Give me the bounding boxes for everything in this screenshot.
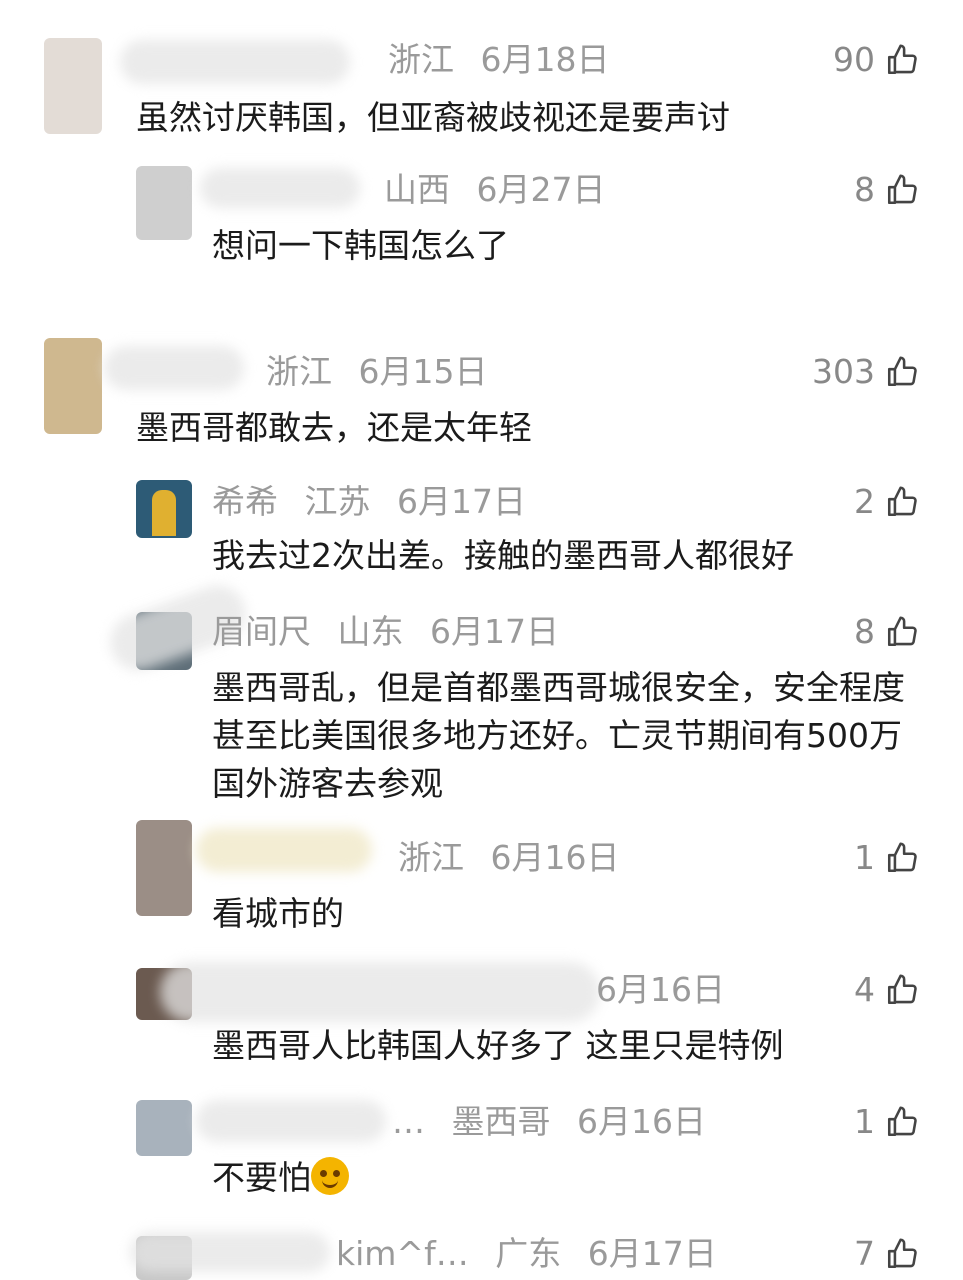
like-count: 90 xyxy=(833,40,875,79)
avatar[interactable] xyxy=(44,338,102,434)
comment-text: 我去过2次出差。接触的墨西哥人都很好 xyxy=(212,536,794,575)
comment-date: 6月17日 xyxy=(397,482,526,521)
avatar[interactable] xyxy=(136,480,192,538)
like-button[interactable]: 4 xyxy=(854,970,919,1010)
comment-location: 江苏 xyxy=(304,482,371,521)
thumbs-up-icon xyxy=(887,842,917,873)
like-button[interactable]: 303 xyxy=(812,352,919,392)
comment-date: 6月16日 xyxy=(490,838,620,877)
comment-date: 6月17日 xyxy=(587,1234,717,1273)
like-count: 1 xyxy=(854,1102,875,1141)
thumbs-up-icon xyxy=(887,974,917,1005)
like-count: 7 xyxy=(854,1234,875,1273)
comment-meta: 希希 江苏 6月17日 xyxy=(212,482,542,522)
comment-date: 6月16日 xyxy=(577,1102,706,1141)
comment-text: 看城市的 xyxy=(212,894,344,933)
comment-user[interactable]: … xyxy=(392,1102,425,1141)
thumbs-up-icon xyxy=(887,486,917,517)
comment-date: 6月18日 xyxy=(480,40,610,79)
comment-location: 浙江 xyxy=(388,40,454,79)
comment-meta: 浙江 6月16日 xyxy=(382,838,636,878)
comment-text: 墨西哥都敢去，还是太年轻 xyxy=(136,408,532,447)
thumbs-up-icon xyxy=(887,616,917,647)
like-button[interactable]: 7 xyxy=(854,1234,919,1274)
like-button[interactable]: 8 xyxy=(854,170,919,210)
comment-meta: 浙江 6月18日 xyxy=(372,40,626,80)
comment-text: 虽然讨厌韩国，但亚裔被歧视还是要声讨 xyxy=(136,98,730,137)
comment-text-content: 不要怕 xyxy=(212,1158,311,1197)
comment-text: 墨西哥人比韩国人好多了 这里只是特例 xyxy=(212,1026,784,1065)
comment-user[interactable]: kim^f… xyxy=(336,1234,469,1273)
like-count: 8 xyxy=(854,612,875,651)
comment-meta: kim^f… 广东 6月17日 xyxy=(336,1234,733,1274)
like-button[interactable]: 8 xyxy=(854,612,919,652)
comment-location: 浙江 xyxy=(398,838,464,877)
like-button[interactable]: 1 xyxy=(854,1102,919,1142)
comment-text: 墨西哥乱，但是首都墨西哥城很安全，安全程度甚至比美国很多地方还好。亡灵节期间有5… xyxy=(212,668,905,803)
laughing-crying-emoji-icon xyxy=(311,1157,349,1195)
thumbs-up-icon xyxy=(887,356,917,387)
comment-date: 6月15日 xyxy=(358,352,488,391)
comment-location: 浙江 xyxy=(266,352,332,391)
comment-location: 山西 xyxy=(384,170,450,209)
like-count: 1 xyxy=(854,838,875,877)
like-count: 4 xyxy=(854,970,875,1009)
comment-user[interactable]: 希希 xyxy=(212,482,278,521)
like-count: 2 xyxy=(854,482,875,521)
thumbs-up-icon xyxy=(887,174,917,205)
comment-meta: … 墨西哥 6月16日 xyxy=(392,1102,722,1142)
comment-date: 6月16日 xyxy=(596,970,725,1009)
like-count: 303 xyxy=(812,352,875,391)
comment-date: 6月17日 xyxy=(430,612,559,651)
comment-location: 广东 xyxy=(495,1234,562,1273)
comment-meta: 浙江 6月15日 xyxy=(250,352,504,392)
comment-date: 6月27日 xyxy=(476,170,606,209)
thumbs-up-icon xyxy=(887,44,917,75)
comment-meta: 浙江 6月16日 xyxy=(580,970,741,1010)
comment-user[interactable]: 眉间尺 xyxy=(212,612,311,651)
like-button[interactable]: 1 xyxy=(854,838,919,878)
comment-location: 山东 xyxy=(337,612,404,651)
like-button[interactable]: 2 xyxy=(854,482,919,522)
comment-meta: 眉间尺 山东 6月17日 xyxy=(212,612,575,652)
comment-text: 想问一下韩国怎么了 xyxy=(212,226,509,265)
like-count: 8 xyxy=(854,170,875,209)
like-button[interactable]: 90 xyxy=(833,40,919,80)
avatar[interactable] xyxy=(136,1100,192,1156)
comment-meta: 山西 6月27日 xyxy=(368,170,622,210)
avatar[interactable] xyxy=(136,820,192,916)
comment-location: 墨西哥 xyxy=(451,1102,551,1141)
thumbs-up-icon xyxy=(887,1106,917,1137)
comment-text: 不要怕 xyxy=(212,1154,912,1202)
avatar[interactable] xyxy=(44,38,102,134)
avatar[interactable] xyxy=(136,166,192,240)
thumbs-up-icon xyxy=(887,1238,917,1269)
